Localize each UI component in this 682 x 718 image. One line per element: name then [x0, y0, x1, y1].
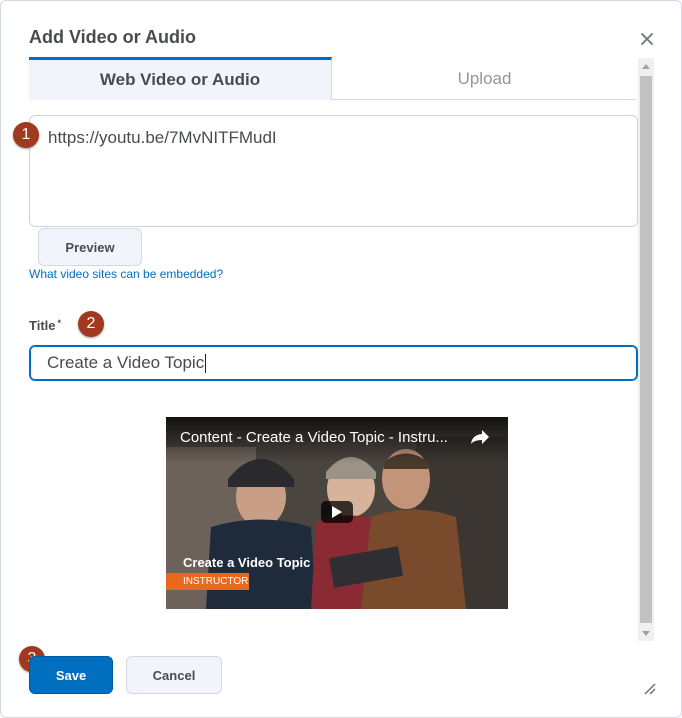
tab-list: Web Video or Audio Upload — [29, 57, 637, 100]
text-caret — [205, 353, 207, 373]
tab-web-video-or-audio[interactable]: Web Video or Audio — [29, 57, 332, 100]
step-badge-2: 2 — [78, 311, 104, 337]
play-icon — [332, 506, 342, 518]
embeddable-sites-link[interactable]: What video sites can be embedded? — [29, 267, 223, 281]
tab-upload[interactable]: Upload — [332, 57, 637, 100]
title-label-text: Title — [29, 318, 56, 333]
scroll-up-arrow-icon[interactable] — [638, 58, 654, 74]
video-tag: INSTRUCTOR — [166, 573, 249, 590]
share-icon[interactable] — [470, 429, 490, 450]
dialog-scrollbar[interactable] — [638, 58, 654, 641]
close-button[interactable] — [637, 29, 657, 49]
cancel-button[interactable]: Cancel — [126, 656, 222, 694]
video-title: Content - Create a Video Topic - Instru.… — [180, 429, 448, 446]
play-button[interactable] — [321, 501, 353, 523]
dialog-title: Add Video or Audio — [29, 27, 196, 47]
video-preview[interactable]: Content - Create a Video Topic - Instru.… — [166, 417, 508, 609]
required-marker: * — [57, 318, 62, 328]
scroll-thumb[interactable] — [640, 76, 652, 623]
resize-handle-icon[interactable] — [642, 681, 656, 695]
title-input-value: Create a Video Topic — [47, 353, 205, 372]
scroll-down-arrow-icon[interactable] — [638, 625, 654, 641]
video-caption: Create a Video Topic — [183, 555, 311, 570]
close-icon — [641, 33, 653, 45]
save-button[interactable]: Save — [29, 656, 113, 694]
url-textarea[interactable]: https://youtu.be/7MvNITFMudI — [29, 115, 638, 227]
preview-button[interactable]: Preview — [38, 228, 142, 266]
add-video-dialog: Add Video or Audio Web Video or Audio Up… — [0, 0, 682, 718]
title-label: Title * — [29, 318, 61, 333]
step-badge-1: 1 — [13, 122, 39, 148]
title-input[interactable]: Create a Video Topic — [29, 345, 638, 381]
